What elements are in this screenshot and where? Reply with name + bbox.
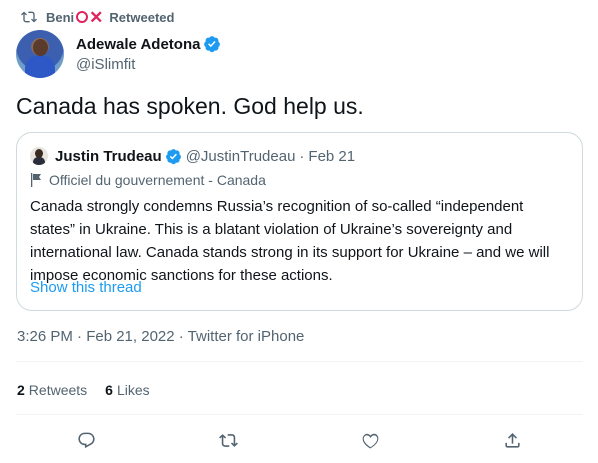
separator-dot: · bbox=[299, 147, 305, 165]
likes-count: 6 bbox=[105, 382, 113, 398]
tweet-author[interactable]: Adewale Adetona @iSlimfit bbox=[16, 30, 221, 78]
show-thread-link[interactable]: Show this thread bbox=[30, 279, 142, 296]
reply-icon bbox=[78, 432, 95, 448]
retweet-icon bbox=[21, 11, 37, 23]
share-icon bbox=[505, 432, 520, 448]
government-label: Officiel du gouvernement - Canada bbox=[30, 172, 266, 188]
likes-stat[interactable]: 6 Likes bbox=[105, 382, 149, 398]
quoted-tweet-text: Canada strongly condemns Russia’s recogn… bbox=[30, 198, 550, 284]
retweet-icon bbox=[219, 433, 239, 447]
flag-icon bbox=[31, 173, 41, 187]
quoted-avatar[interactable] bbox=[30, 147, 48, 165]
author-handle[interactable]: @iSlimfit bbox=[76, 56, 221, 73]
retweeted-label: Retweeted bbox=[109, 9, 175, 25]
retweets-label: Retweets bbox=[28, 382, 88, 398]
red-cross-emoji: ✕ bbox=[89, 7, 104, 27]
reply-button[interactable] bbox=[71, 424, 103, 456]
quoted-display-name[interactable]: Justin Trudeau bbox=[55, 148, 162, 165]
verified-badge-icon bbox=[165, 148, 181, 164]
likes-label: Likes bbox=[116, 382, 150, 398]
quoted-tweet[interactable]: Justin Trudeau @JustinTrudeau · Feb 21 O… bbox=[16, 132, 583, 311]
quoted-tweet-header: Justin Trudeau @JustinTrudeau · Feb 21 bbox=[30, 147, 355, 165]
quoted-date[interactable]: Feb 21 bbox=[308, 148, 355, 165]
tweet-text: Canada has spoken. God help us. bbox=[16, 93, 364, 119]
verified-badge-icon bbox=[204, 36, 221, 53]
retweets-stat[interactable]: 2 Retweets bbox=[17, 382, 87, 398]
engagement-stats: 2 Retweets 6 Likes bbox=[17, 382, 168, 398]
red-circle-emoji bbox=[76, 11, 89, 23]
quoted-handle[interactable]: @JustinTrudeau bbox=[186, 148, 296, 165]
like-icon bbox=[362, 433, 379, 449]
retweeter-name[interactable]: Beni bbox=[46, 10, 74, 25]
author-display-name-row[interactable]: Adewale Adetona bbox=[76, 35, 221, 53]
author-display-name[interactable]: Adewale Adetona bbox=[76, 36, 200, 53]
action-bar bbox=[16, 424, 583, 456]
retweets-count: 2 bbox=[17, 382, 25, 398]
share-button[interactable] bbox=[496, 424, 528, 456]
retweet-button[interactable] bbox=[213, 424, 245, 456]
government-label-text: Officiel du gouvernement - Canada bbox=[49, 172, 266, 188]
divider bbox=[16, 361, 583, 362]
divider bbox=[16, 414, 583, 415]
like-button[interactable] bbox=[354, 424, 386, 456]
tweet-metadata[interactable]: 3:26 PM · Feb 21, 2022 · Twitter for iPh… bbox=[17, 328, 304, 345]
retweet-indicator[interactable]: Beni ✕ Retweeted bbox=[21, 8, 174, 26]
avatar[interactable] bbox=[16, 30, 64, 78]
